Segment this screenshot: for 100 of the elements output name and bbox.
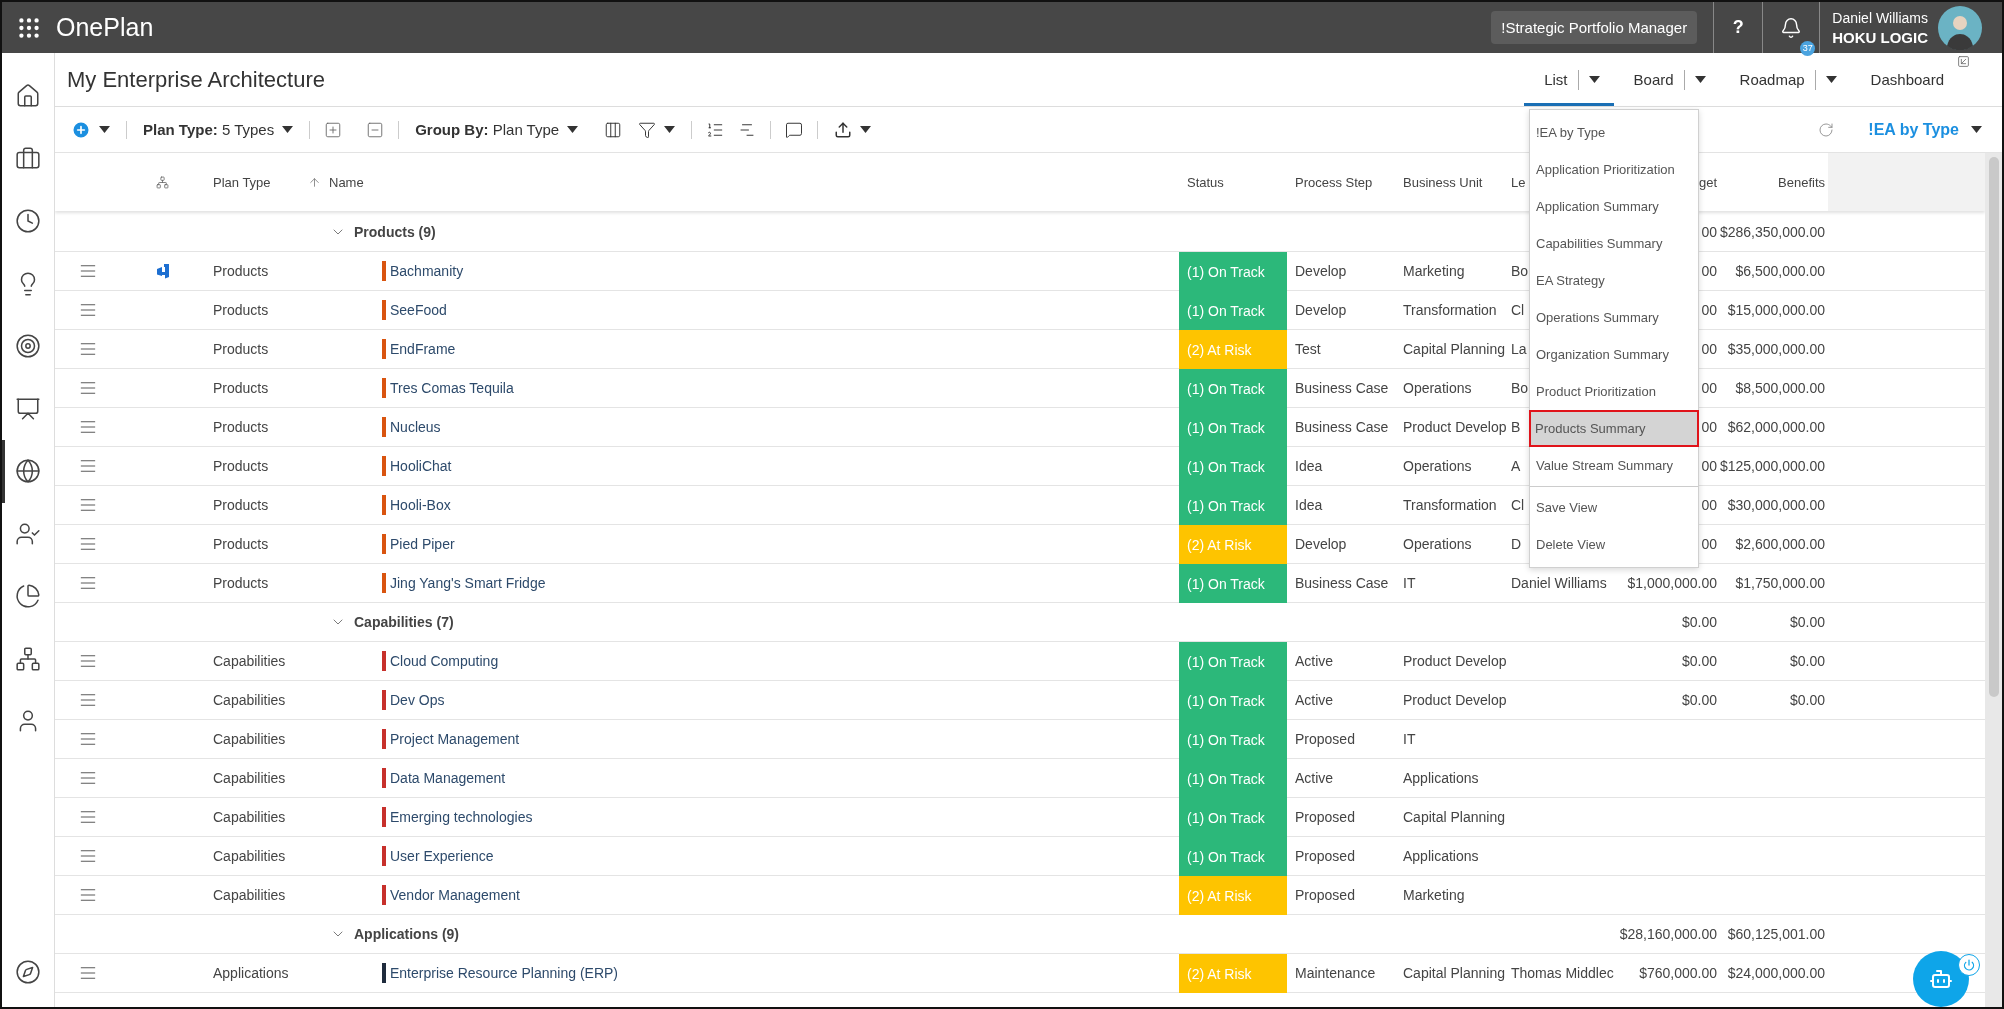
- row-menu-icon[interactable]: [78, 379, 97, 397]
- row-menu-icon[interactable]: [78, 964, 97, 982]
- menu-item[interactable]: Save View: [1530, 489, 1698, 526]
- menu-item[interactable]: Operations Summary: [1530, 299, 1698, 336]
- table-cell-text: Idea: [1294, 457, 1324, 476]
- row-menu-icon[interactable]: [78, 691, 97, 709]
- group-header[interactable]: Applications (9): [354, 926, 459, 942]
- power-icon[interactable]: [1963, 959, 1975, 971]
- row-menu-icon[interactable]: [78, 652, 97, 670]
- menu-item[interactable]: EA Strategy: [1530, 262, 1698, 299]
- item-link[interactable]: Cloud Computing: [382, 651, 499, 671]
- group-by-selector[interactable]: Group By: Plan Type: [413, 119, 581, 140]
- column-header[interactable]: get: [1698, 174, 1717, 190]
- collapse-all-icon[interactable]: [366, 120, 385, 139]
- column-header[interactable]: Benefits: [1778, 174, 1825, 190]
- row-menu-icon[interactable]: [78, 535, 97, 553]
- item-link[interactable]: Vendor Management: [382, 885, 520, 905]
- home-icon[interactable]: [15, 83, 41, 110]
- table-cell-text: Active: [1294, 769, 1335, 788]
- comment-icon[interactable]: [785, 120, 804, 139]
- column-header[interactable]: Business Unit: [1403, 174, 1483, 190]
- sort-ascending-icon[interactable]: [308, 175, 321, 189]
- row-menu-icon[interactable]: [78, 496, 97, 514]
- clock-icon[interactable]: [15, 208, 41, 235]
- table-cell-text: Proposed: [1294, 847, 1356, 866]
- menu-item[interactable]: Products Summary: [1529, 410, 1699, 447]
- avatar[interactable]: [1938, 5, 1982, 50]
- item-link[interactable]: Tres Comas Tequila: [382, 378, 514, 398]
- row-menu-icon[interactable]: [78, 847, 97, 865]
- table-cell-text: Operations: [1402, 379, 1473, 398]
- table-cell-text: Products: [212, 379, 270, 398]
- row-menu-icon[interactable]: [78, 730, 97, 748]
- item-link[interactable]: Data Management: [382, 768, 506, 788]
- item-link[interactable]: HooliChat: [382, 456, 452, 476]
- menu-item[interactable]: Value Stream Summary: [1530, 447, 1698, 484]
- menu-item[interactable]: Delete View: [1530, 526, 1698, 563]
- group-header[interactable]: Products (9): [354, 224, 436, 240]
- compass-icon[interactable]: [15, 958, 41, 985]
- table-cell-text: La: [1510, 340, 1527, 359]
- menu-item[interactable]: !EA by Type: [1530, 114, 1698, 151]
- status-cell: (1) On Track: [1179, 447, 1287, 486]
- item-link[interactable]: Project Management: [382, 729, 520, 749]
- view-tab[interactable]: Dashboard: [1850, 53, 1958, 106]
- row-menu-icon[interactable]: [78, 886, 97, 904]
- item-link[interactable]: Dev Ops: [382, 690, 445, 710]
- item-link[interactable]: Pied Piper: [382, 534, 455, 554]
- bell-icon[interactable]: [1780, 16, 1803, 39]
- chatbot-button[interactable]: [1913, 951, 1969, 1007]
- workspace-selector[interactable]: !Strategic Portfolio Manager: [1491, 11, 1698, 44]
- item-link[interactable]: User Experience: [382, 846, 494, 866]
- scrollbar[interactable]: [1985, 153, 2002, 1007]
- item-link[interactable]: Jing Yang's Smart Fridge: [382, 573, 546, 593]
- row-menu-icon[interactable]: [78, 301, 97, 319]
- expand-all-icon[interactable]: [324, 120, 343, 139]
- table-cell-text: Active: [1294, 691, 1335, 710]
- caret-icon: [1694, 76, 1706, 83]
- group-header[interactable]: Capabilities (7): [354, 614, 454, 630]
- item-link[interactable]: EndFrame: [382, 339, 456, 359]
- column-header[interactable]: Plan Type: [213, 174, 271, 190]
- table-cell-text: A: [1510, 457, 1521, 476]
- columns-icon[interactable]: [604, 120, 623, 139]
- globe-icon[interactable]: [15, 458, 41, 485]
- menu-item[interactable]: Application Prioritization: [1530, 151, 1698, 188]
- menu-item[interactable]: Capabilities Summary: [1530, 225, 1698, 262]
- row-menu-icon[interactable]: [78, 769, 97, 787]
- hierarchy-icon[interactable]: [15, 645, 41, 672]
- pie-chart-icon[interactable]: [15, 583, 41, 610]
- menu-item[interactable]: Product Prioritization: [1530, 373, 1698, 410]
- numbered-list-icon[interactable]: [706, 120, 725, 139]
- item-link[interactable]: Enterprise Resource Planning (ERP): [382, 963, 618, 983]
- row-menu-icon[interactable]: [78, 418, 97, 436]
- view-tab[interactable]: List: [1524, 53, 1614, 106]
- menu-item[interactable]: Organization Summary: [1530, 336, 1698, 373]
- column-header[interactable]: Status: [1187, 174, 1224, 190]
- target-icon[interactable]: [15, 333, 41, 360]
- row-menu-icon[interactable]: [78, 340, 97, 358]
- page-title: My Enterprise Architecture: [67, 66, 325, 93]
- column-header[interactable]: Le: [1511, 174, 1526, 190]
- row-menu-icon[interactable]: [78, 262, 97, 280]
- row-menu-icon[interactable]: [78, 574, 97, 592]
- status-cell: (1) On Track: [1179, 564, 1287, 603]
- plan-type-filter[interactable]: Plan Type: 5 Types: [141, 119, 296, 140]
- column-header[interactable]: Process Step: [1295, 174, 1373, 190]
- column-header[interactable]: Name: [329, 174, 364, 190]
- notification-badge: 37: [1800, 40, 1816, 56]
- refresh-icon[interactable]: [1818, 121, 1835, 138]
- item-link[interactable]: Nucleus: [382, 417, 441, 437]
- item-link[interactable]: Bachmanity: [382, 261, 464, 281]
- table-cell-text: $125,000,000.00: [1720, 457, 1826, 476]
- row-menu-icon[interactable]: [78, 808, 97, 826]
- item-link[interactable]: SeeFood: [382, 300, 447, 320]
- view-tab[interactable]: Roadmap: [1719, 53, 1851, 106]
- collapse-icon[interactable]: [1957, 55, 1970, 68]
- row-menu-icon[interactable]: [78, 457, 97, 475]
- help-button[interactable]: ?: [1714, 17, 1763, 38]
- item-link[interactable]: Emerging technologies: [382, 807, 533, 827]
- view-tab[interactable]: Board: [1613, 53, 1720, 106]
- chart-board-icon[interactable]: [15, 395, 41, 422]
- menu-item[interactable]: Application Summary: [1530, 188, 1698, 225]
- item-link[interactable]: Hooli-Box: [382, 495, 451, 515]
